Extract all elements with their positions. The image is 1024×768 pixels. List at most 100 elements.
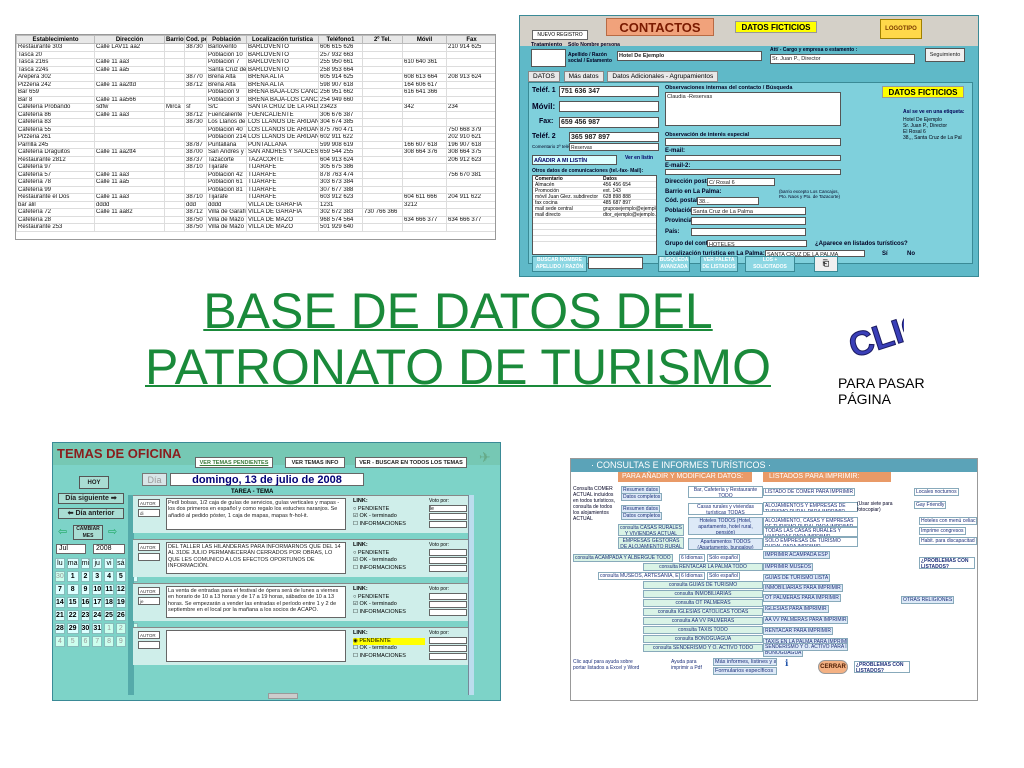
att-field[interactable]: Sr. Juan P., Director: [770, 54, 915, 64]
locales-nocturnos-link[interactable]: Locales nocturnos: [914, 488, 959, 496]
cod-postal-field[interactable]: 38...: [697, 197, 759, 205]
calendar-day[interactable]: 4: [55, 636, 65, 647]
otros-datos-grid[interactable]: Comentario Datos Almacén 456 456 654 Promoci…: [532, 175, 657, 255]
ver-paleta-button[interactable]: VER PALETA DE LISTADOS: [700, 256, 738, 272]
calendar-day[interactable]: 9: [80, 584, 91, 595]
calendar-day[interactable]: 23: [80, 610, 91, 621]
print-list-link[interactable]: SÓLO EMPRESAS DE TURISMO RURAL PARA IMPR…: [763, 537, 858, 547]
discapacitados-link[interactable]: Habit. para discapacitad: [919, 537, 977, 545]
otros-grid-row[interactable]: mail directo dtor_ejemplo@ejemplo.com: [533, 212, 656, 218]
opt-info[interactable]: ☐ INFORMACIONES: [353, 565, 425, 573]
email2-field[interactable]: [665, 169, 841, 175]
calendar-day[interactable]: 2: [115, 623, 126, 634]
calendar-day[interactable]: 8: [104, 636, 114, 647]
senderismo-link[interactable]: consulta SENDERISMO Y O. ACTIVO TODO: [643, 644, 763, 652]
solo-espanol-2-link[interactable]: Sólo español: [707, 572, 740, 580]
solicitados-button[interactable]: LOS + SOLICITADOS CENTRALITA: [745, 256, 795, 272]
calendar-day[interactable]: 24: [92, 610, 103, 621]
info-icon[interactable]: ℹ: [785, 658, 788, 669]
grupo-select[interactable]: HOTELES: [707, 240, 807, 247]
idiomas-2-link[interactable]: 6 Idiomas: [679, 572, 705, 580]
bar-restaurante-link[interactable]: Bar, Cafetería y Restaurante TODO: [688, 486, 763, 498]
gay-friendly-link[interactable]: Gay Friendly: [914, 501, 947, 509]
calendar-day[interactable]: 30: [80, 623, 91, 634]
provincia-field[interactable]: [691, 217, 806, 225]
direccion-field[interactable]: C/ Rosal 6: [707, 178, 775, 186]
nuevo-registro-button[interactable]: NUEVO REGISTRO: [532, 30, 588, 40]
voto-field-2[interactable]: [429, 645, 467, 652]
print-list-link[interactable]: ALOJAMIENTO, CASAS Y EMPRESAS DE TURISMO…: [763, 517, 858, 527]
print-list-link[interactable]: ALOJAMIENTOS Y EMPRESAS DE TURISMO RURAL…: [763, 502, 858, 512]
autor-field[interactable]: AUTOR: [138, 499, 160, 507]
ver-listin-link[interactable]: Ver en listín: [625, 155, 655, 161]
opt-ok[interactable]: ☑ OK - terminado: [353, 513, 425, 521]
calendar-day[interactable]: 7: [55, 584, 65, 595]
iglesias-link[interactable]: consulta IGLESIAS CATÓLICAS TODAS: [643, 608, 763, 616]
aavv-link[interactable]: consulta AA VV PALMERAS: [643, 617, 763, 625]
voto-field[interactable]: [429, 593, 467, 600]
voto-field[interactable]: le: [429, 505, 467, 512]
ver-info-button[interactable]: VER TEMAS INFO: [285, 457, 345, 468]
calendar-day[interactable]: 5: [115, 571, 126, 582]
cerrar-button[interactable]: CERRAR: [818, 660, 848, 674]
calendar-day[interactable]: 18: [104, 597, 114, 608]
calendar-day[interactable]: 5: [66, 636, 79, 647]
ot-palmeras-link[interactable]: consulta OT PALMERAS: [643, 599, 763, 607]
calendar-day[interactable]: 28: [55, 623, 65, 634]
calendar-day[interactable]: 14: [55, 597, 65, 608]
opt-ok[interactable]: ☑ OK - terminado: [353, 601, 425, 609]
calendar-day[interactable]: 21: [55, 610, 65, 621]
opt-pendiente[interactable]: ◉ PENDIENTE: [353, 637, 425, 645]
voto-field[interactable]: [429, 637, 467, 644]
anadir-listin-button[interactable]: AÑADIR A MI LISTÍN TELEFÓNICO: [532, 155, 617, 165]
buscar-temas-button[interactable]: VER - BUSCAR EN TODOS LOS TEMAS: [355, 457, 467, 468]
empresas-gestoras-link[interactable]: EMPRESAS GESTORAS DE ALOJAMIENTO RURAL: [618, 537, 684, 549]
opt-info[interactable]: ☐ INFORMACIONES: [353, 609, 425, 617]
vertical-scrollbar[interactable]: [468, 495, 474, 695]
autor-value[interactable]: [138, 553, 160, 561]
month-select[interactable]: Jul: [56, 544, 86, 554]
inmobiliarias-link[interactable]: consulta INMOBILIARIAS: [643, 590, 763, 598]
razon-social-field[interactable]: Hotel De Ejemplo: [617, 51, 762, 61]
telf1-field[interactable]: 751 636 347: [559, 86, 659, 97]
print-list-link[interactable]: SENDERISMO Y O. ACTIVO PARA IMPRIMIR: [763, 643, 848, 651]
opt-pendiente[interactable]: ○ PENDIENTE: [353, 506, 425, 514]
congresos-link[interactable]: Imprime congresos: [919, 527, 966, 535]
mas-informes-link[interactable]: Más informes, listines y ayuda: [713, 658, 777, 666]
opt-ok[interactable]: ☑ OK - terminado: [353, 557, 425, 565]
opt-pendiente[interactable]: ○ PENDIENTE: [353, 594, 425, 602]
prev-month-icon[interactable]: ⇦: [58, 525, 67, 538]
dia-siguiente-button[interactable]: Día siguiente ➡: [58, 493, 124, 504]
calendar-day[interactable]: 22: [66, 610, 79, 621]
datos-completos-2-link[interactable]: Datos completos: [621, 512, 663, 520]
calendar-day[interactable]: 3: [92, 571, 103, 582]
email-field[interactable]: [665, 155, 841, 161]
acampada-link[interactable]: consulta ACAMPADA Y ALBERGUE TODO: [573, 554, 673, 562]
telf2-field[interactable]: 365 987 897: [569, 132, 659, 142]
datos-completos-link[interactable]: Datos completos: [621, 493, 663, 501]
voto-field-3[interactable]: [429, 565, 467, 572]
problemas-listados-link[interactable]: ¿PROBLEMAS CON LISTADOS?: [919, 557, 975, 569]
horizontal-scrollbar[interactable]: [268, 693, 298, 699]
calendar-day[interactable]: 7: [92, 636, 103, 647]
ayuda-pdf-link[interactable]: Ayuda para imprimir a Pdf: [671, 659, 705, 671]
dia-anterior-button[interactable]: ⬅ Día anterior: [58, 508, 124, 519]
calendar-day[interactable]: 11: [104, 584, 114, 595]
otros-grid-empty-row[interactable]: [533, 236, 656, 242]
autor-value[interactable]: di: [138, 509, 160, 517]
calendar-day[interactable]: 30: [55, 571, 65, 582]
exit-door-icon[interactable]: ⎗: [814, 256, 838, 272]
hoy-button[interactable]: HOY: [79, 476, 109, 489]
ayuda-excel-link[interactable]: Clic aquí para ayuda sobre portar listad…: [573, 659, 643, 671]
clic-graphic[interactable]: CLIC: [842, 301, 904, 361]
opt-pendiente[interactable]: ○ PENDIENTE: [353, 550, 425, 558]
task-text[interactable]: [166, 630, 346, 662]
otras-religiones-link[interactable]: OTRAS RELIGIONES: [901, 596, 955, 604]
calendar-day[interactable]: 15: [66, 597, 79, 608]
casas-rurales-link[interactable]: Casas rurales y viviendas turísticas TOD…: [688, 503, 763, 515]
autor-value[interactable]: je: [138, 597, 160, 605]
voto-field-3[interactable]: [429, 653, 467, 660]
print-list-link[interactable]: IMPRIMIR MUSEOS: [763, 563, 814, 571]
no-option[interactable]: No: [907, 251, 915, 257]
opt-info[interactable]: ☐ INFORMACIONES: [353, 653, 425, 661]
